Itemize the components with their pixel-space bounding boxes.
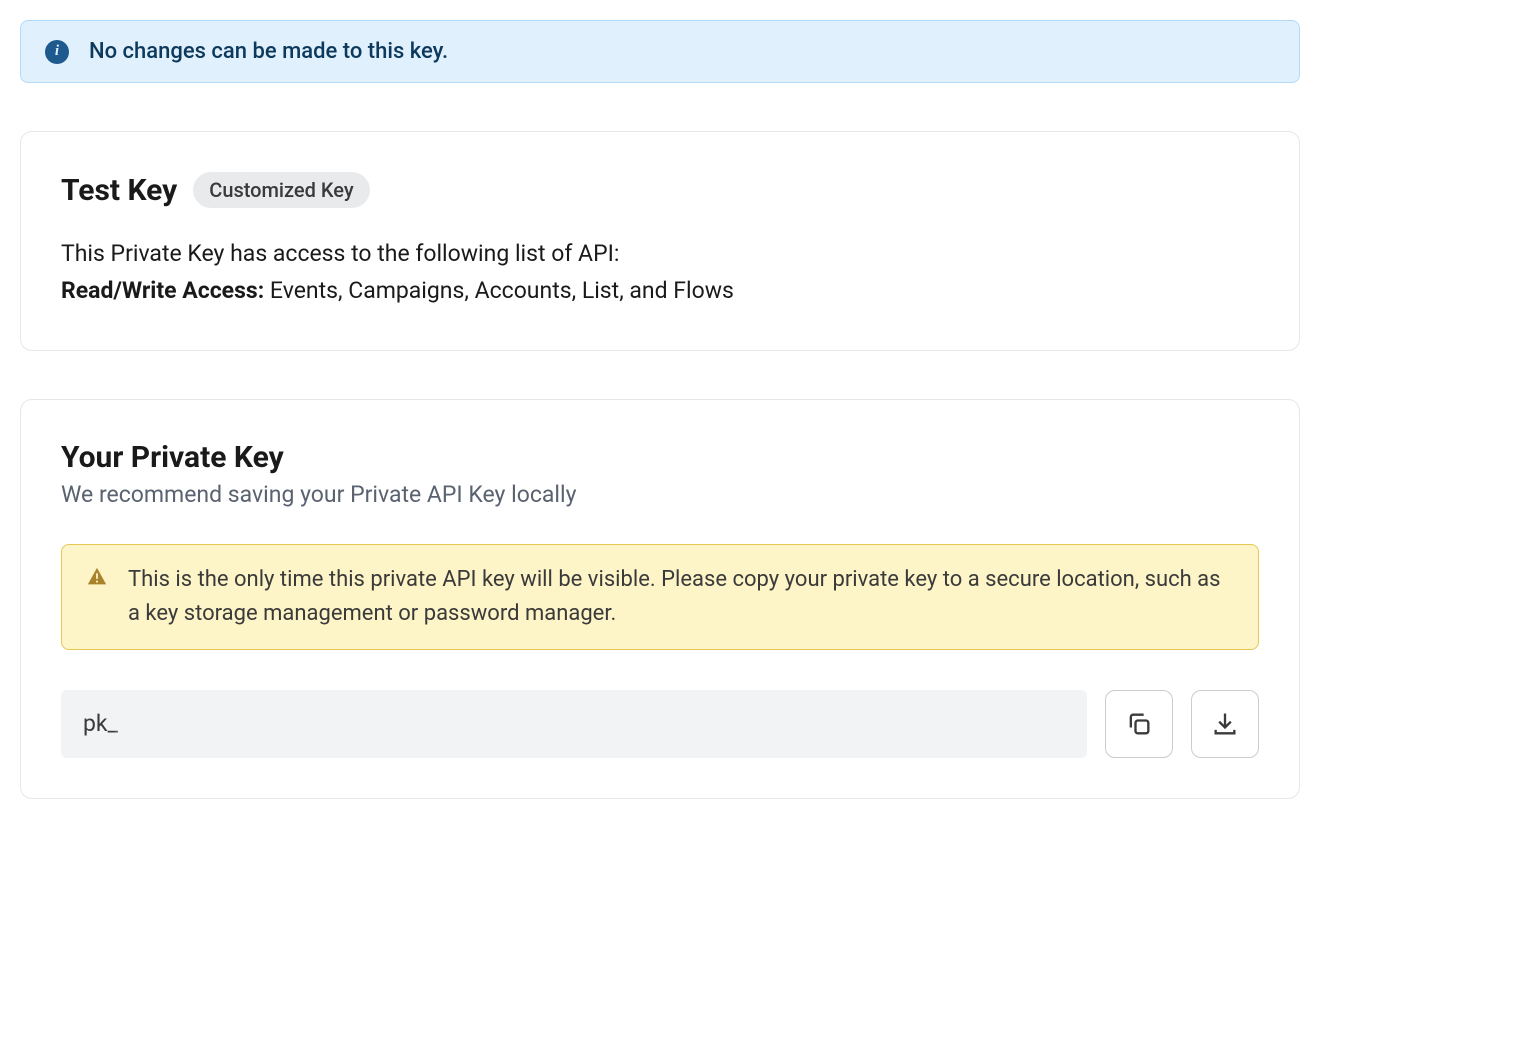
copy-icon — [1125, 710, 1153, 738]
key-type-badge: Customized Key — [193, 172, 369, 208]
key-value-display: pk_ — [61, 690, 1087, 758]
access-value: Events, Campaigns, Accounts, List, and F… — [264, 277, 734, 304]
download-button[interactable] — [1191, 690, 1259, 758]
private-key-card: Your Private Key We recommend saving you… — [20, 399, 1300, 799]
key-row: pk_ — [61, 690, 1259, 758]
private-key-title: Your Private Key — [61, 440, 1259, 475]
warning-banner: This is the only time this private API k… — [61, 544, 1259, 650]
copy-button[interactable] — [1105, 690, 1173, 758]
key-prefix: pk_ — [83, 710, 118, 737]
info-icon: i — [45, 40, 69, 64]
access-label: Read/Write Access: — [61, 277, 264, 304]
key-description: This Private Key has access to the follo… — [61, 236, 1259, 310]
download-icon — [1211, 710, 1239, 738]
info-banner: i No changes can be made to this key. — [20, 20, 1300, 83]
key-masked — [120, 711, 640, 737]
warning-text: This is the only time this private API k… — [128, 563, 1234, 631]
private-key-subtitle: We recommend saving your Private API Key… — [61, 481, 1259, 508]
key-details-card: Test Key Customized Key This Private Key… — [20, 131, 1300, 351]
description-line1: This Private Key has access to the follo… — [61, 240, 619, 267]
key-title: Test Key — [61, 173, 177, 208]
info-banner-text: No changes can be made to this key. — [89, 39, 448, 64]
warning-icon — [86, 566, 108, 588]
